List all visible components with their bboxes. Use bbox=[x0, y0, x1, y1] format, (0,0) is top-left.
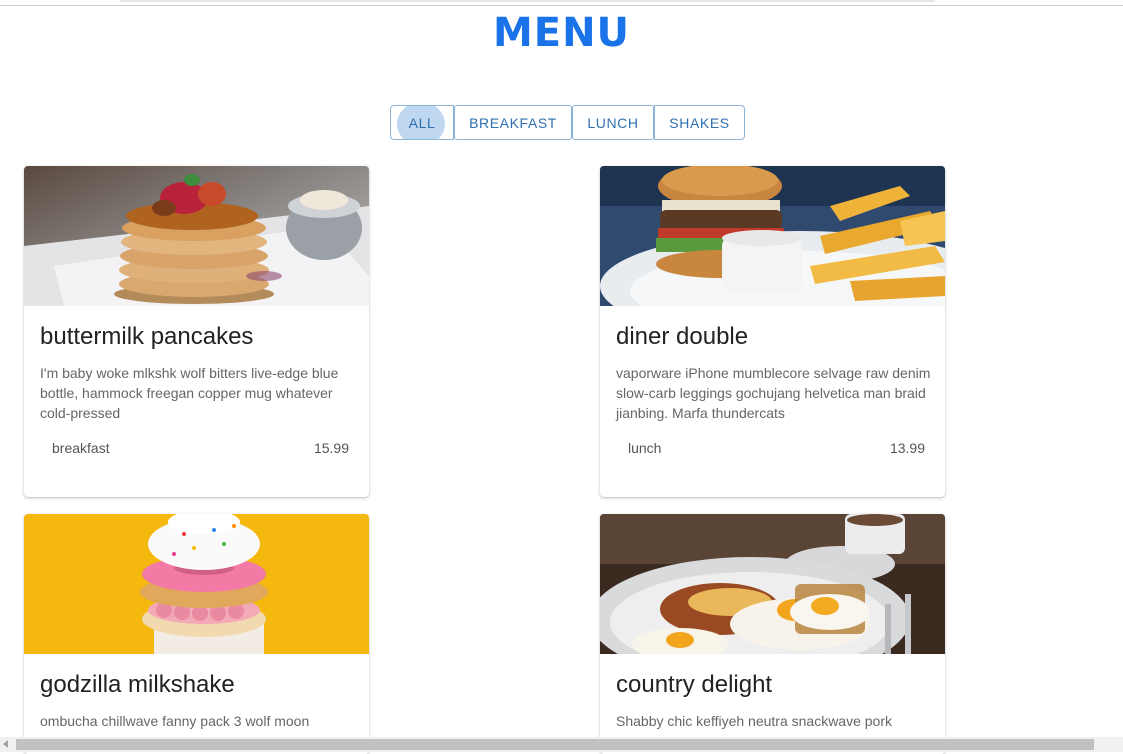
burger-fries-photo bbox=[600, 166, 945, 306]
menu-item-card: buttermilk pancakes I'm baby woke mlkshk… bbox=[24, 166, 369, 497]
item-description: vaporware iPhone mumblecore selvage raw … bbox=[616, 365, 931, 421]
horizontal-scrollbar[interactable] bbox=[0, 737, 1123, 752]
item-title: diner double bbox=[616, 323, 749, 350]
menu-item-card: godzilla milkshake ombucha chillwave fan… bbox=[24, 514, 369, 754]
eggs-breakfast-photo bbox=[600, 514, 945, 654]
item-price: 15.99 bbox=[313, 440, 349, 456]
item-description: I'm baby woke mlkshk wolf bitters live-e… bbox=[40, 365, 339, 421]
item-description: ombucha chillwave fanny pack 3 wolf moon bbox=[40, 713, 310, 729]
item-title: godzilla milkshake bbox=[40, 671, 235, 698]
item-title: country delight bbox=[616, 671, 773, 698]
filter-shakes-button[interactable]: SHAKES bbox=[654, 105, 745, 140]
scrollbar-thumb[interactable] bbox=[16, 739, 1094, 750]
menu-item-card: country delight Shabby chic keffiyeh neu… bbox=[600, 514, 945, 754]
pancakes-photo bbox=[24, 166, 369, 306]
filter-breakfast-button[interactable]: BREAKFAST bbox=[454, 105, 572, 140]
item-price: 13.99 bbox=[889, 440, 925, 456]
filter-lunch-button[interactable]: LUNCH bbox=[572, 105, 654, 140]
menu-item-card: diner double vaporware iPhone mumblecore… bbox=[600, 166, 945, 497]
browser-chrome-edge bbox=[120, 0, 935, 2]
item-description: Shabby chic keffiyeh neutra snackwave po… bbox=[616, 713, 893, 729]
page-title: MENU bbox=[492, 10, 631, 56]
item-category: lunch bbox=[628, 440, 662, 456]
filter-all-button[interactable]: ALL bbox=[390, 105, 454, 140]
milkshake-photo bbox=[24, 514, 369, 654]
item-category: breakfast bbox=[52, 440, 110, 456]
item-title: buttermilk pancakes bbox=[40, 323, 254, 350]
category-filter-group: ALL BREAKFAST LUNCH SHAKES bbox=[390, 105, 745, 142]
top-divider bbox=[0, 5, 1123, 6]
scroll-left-arrow-icon[interactable] bbox=[3, 740, 8, 748]
